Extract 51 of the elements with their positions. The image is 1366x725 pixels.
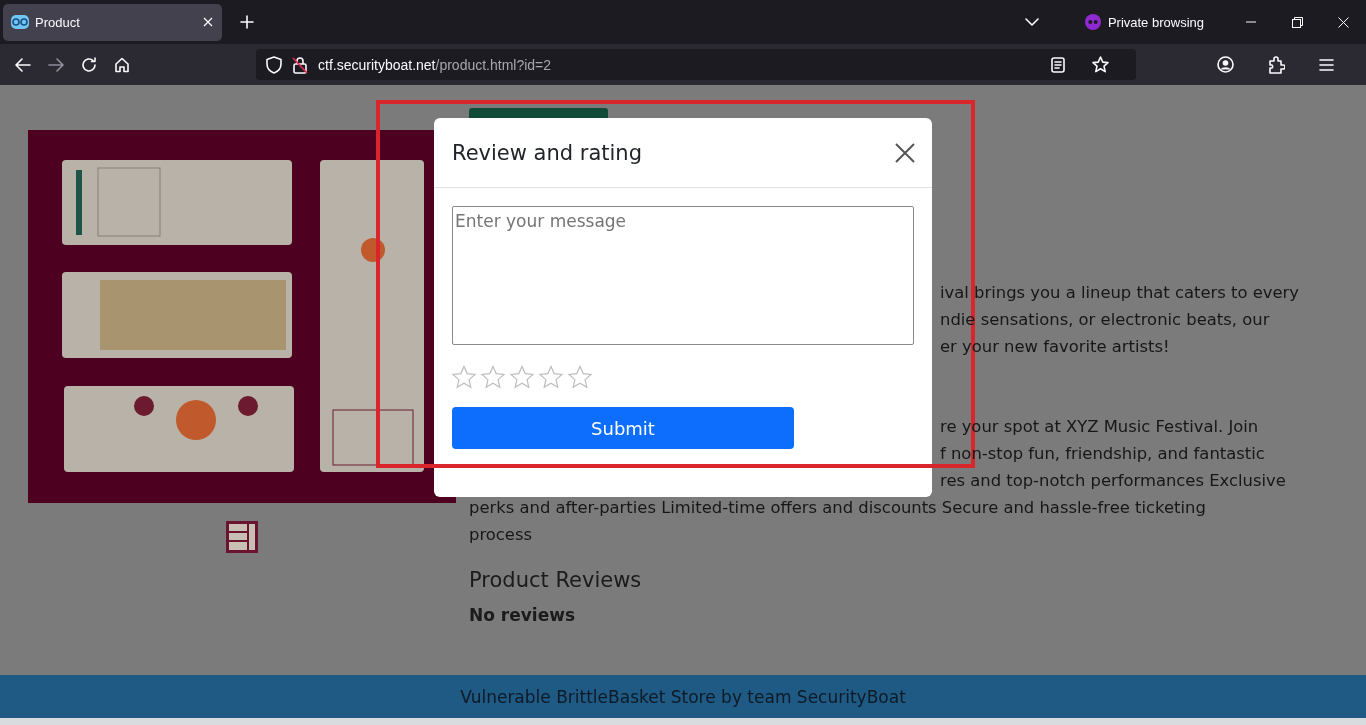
puzzle-icon — [1268, 55, 1285, 74]
close-button[interactable] — [895, 142, 915, 163]
reader-view-button[interactable] — [1051, 56, 1065, 73]
restore-icon — [1291, 16, 1303, 28]
browser-tab[interactable]: Product — [3, 3, 222, 41]
star-icon — [1092, 56, 1109, 73]
modal-title: Review and rating — [452, 140, 642, 165]
description-text: ival brings you a lineup that caters to every — [940, 282, 1299, 304]
description-text: res and top-notch performances Exclusive — [940, 470, 1286, 492]
close-icon[interactable] — [203, 17, 213, 27]
back-arrow-icon — [15, 57, 31, 72]
message-field[interactable]: Enter your message — [452, 206, 914, 345]
star-icon[interactable] — [538, 365, 564, 389]
close-icon — [895, 142, 915, 163]
url-text: ctf.securityboat.net/product.html?id=2 — [318, 56, 553, 73]
plus-icon — [240, 15, 254, 29]
insecure-lock-icon — [292, 55, 308, 74]
star-icon[interactable] — [567, 365, 593, 389]
forward-button[interactable] — [48, 57, 64, 72]
reviews-heading: Product Reviews — [469, 567, 643, 594]
back-button[interactable] — [15, 57, 31, 72]
thumbnail-image[interactable] — [225, 521, 258, 553]
star-rating[interactable] — [451, 365, 593, 391]
address-bar[interactable]: ctf.securityboat.net/product.html?id=2 — [256, 49, 1136, 80]
account-icon — [1217, 56, 1234, 73]
extensions-button[interactable] — [1268, 55, 1285, 74]
chevron-down-icon — [1024, 18, 1039, 26]
footer-text: Vulnerable BrittleBasket Store by team SecurityBoat — [460, 686, 906, 707]
home-button[interactable] — [114, 56, 130, 73]
close-icon — [1337, 16, 1349, 28]
star-icon[interactable] — [480, 365, 506, 389]
account-button[interactable] — [1217, 55, 1234, 74]
bookmark-button[interactable] — [1092, 56, 1109, 73]
description-text: perks and after-parties Limited-time offers and discounts Secure and hassle-free ticketing — [469, 497, 1207, 519]
reload-button[interactable] — [81, 56, 97, 73]
minimize-icon — [1246, 21, 1256, 23]
submit-button[interactable]: Submit — [452, 407, 794, 449]
no-reviews-text: No reviews — [469, 604, 576, 627]
site-logo-icon — [11, 14, 29, 30]
home-icon — [114, 56, 130, 73]
description-text: process — [469, 524, 533, 546]
mask-icon — [1084, 14, 1101, 30]
shield-icon — [266, 55, 282, 74]
tab-list-button[interactable] — [1024, 18, 1039, 26]
star-icon[interactable] — [509, 365, 535, 389]
star-icon[interactable] — [451, 365, 477, 389]
forward-arrow-icon — [48, 57, 64, 72]
private-browsing-indicator: Private browsing — [1084, 14, 1204, 30]
document-icon — [1051, 56, 1065, 73]
menu-icon — [1319, 58, 1334, 71]
reload-icon — [81, 56, 97, 73]
